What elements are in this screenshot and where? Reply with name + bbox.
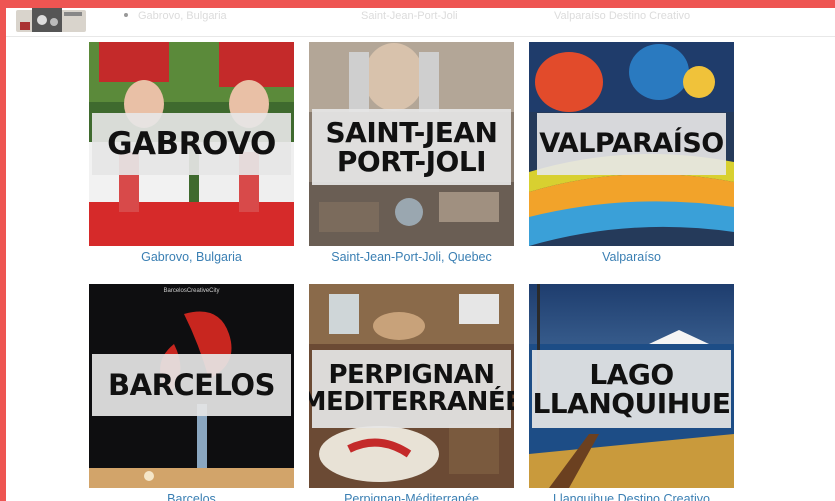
city-caption-perpignan[interactable]: Perpignan-Méditerranée <box>309 492 514 501</box>
city-image-llanquihue[interactable]: LAGO LLANQUIHUE <box>529 284 734 488</box>
city-image-valparaiso[interactable]: VALPARAÍSO <box>529 42 734 246</box>
city-title-gabrovo: GABROVO <box>92 113 291 175</box>
city-card-gabrovo[interactable]: GABROVO Gabrovo, Bulgaria <box>89 42 294 264</box>
city-title-perpignan: PERPIGNAN MEDITERRANÉE <box>309 350 514 428</box>
nav-link-gabrovo[interactable]: Gabrovo, Bulgaria <box>138 10 227 22</box>
city-card-barcelos[interactable]: BarcelosCreativeCity BARCELOS Barcelos <box>89 284 294 501</box>
top-accent-bar <box>0 0 835 8</box>
nav-link-valparaiso[interactable]: Valparaíso Destino Creativo <box>554 10 690 22</box>
city-tag-barcelos: BarcelosCreativeCity <box>163 288 220 294</box>
city-image-gabrovo[interactable]: GABROVO <box>89 42 294 246</box>
city-title-valparaiso: VALPARAÍSO <box>537 113 726 175</box>
city-title-saint-jean-port-joli: SAINT-JEAN PORT-JOLI <box>312 109 511 185</box>
city-title-barcelos: BARCELOS <box>92 354 291 416</box>
page-content: Gabrovo, Bulgaria Saint-Jean-Port-Joli V… <box>6 8 835 501</box>
city-caption-barcelos[interactable]: Barcelos <box>89 492 294 501</box>
city-card-perpignan[interactable]: PERPIGNAN MEDITERRANÉE Perpignan-Méditer… <box>309 284 514 501</box>
city-image-perpignan[interactable]: PERPIGNAN MEDITERRANÉE <box>309 284 514 488</box>
city-caption-llanquihue[interactable]: Llanquihue Destino Creativo <box>529 492 734 501</box>
city-caption-valparaiso[interactable]: Valparaíso <box>529 250 734 264</box>
city-caption-gabrovo[interactable]: Gabrovo, Bulgaria <box>89 250 294 264</box>
header: Gabrovo, Bulgaria Saint-Jean-Port-Joli V… <box>6 8 835 37</box>
site-logo[interactable] <box>12 8 90 34</box>
city-card-saint-jean-port-joli[interactable]: SAINT-JEAN PORT-JOLI Saint-Jean-Port-Jol… <box>309 42 514 264</box>
city-card-valparaiso[interactable]: VALPARAÍSO Valparaíso <box>529 42 734 264</box>
city-image-saint-jean-port-joli[interactable]: SAINT-JEAN PORT-JOLI <box>309 42 514 246</box>
city-caption-saint-jean-port-joli[interactable]: Saint-Jean-Port-Joli, Quebec <box>309 250 514 264</box>
city-title-llanquihue: LAGO LLANQUIHUE <box>532 350 731 428</box>
city-image-barcelos[interactable]: BarcelosCreativeCity BARCELOS <box>89 284 294 488</box>
city-card-llanquihue[interactable]: LAGO LLANQUIHUE Llanquihue Destino Creat… <box>529 284 734 501</box>
nav-bullet-icon <box>124 13 128 17</box>
nav-link-saint-jean[interactable]: Saint-Jean-Port-Joli <box>361 10 458 22</box>
